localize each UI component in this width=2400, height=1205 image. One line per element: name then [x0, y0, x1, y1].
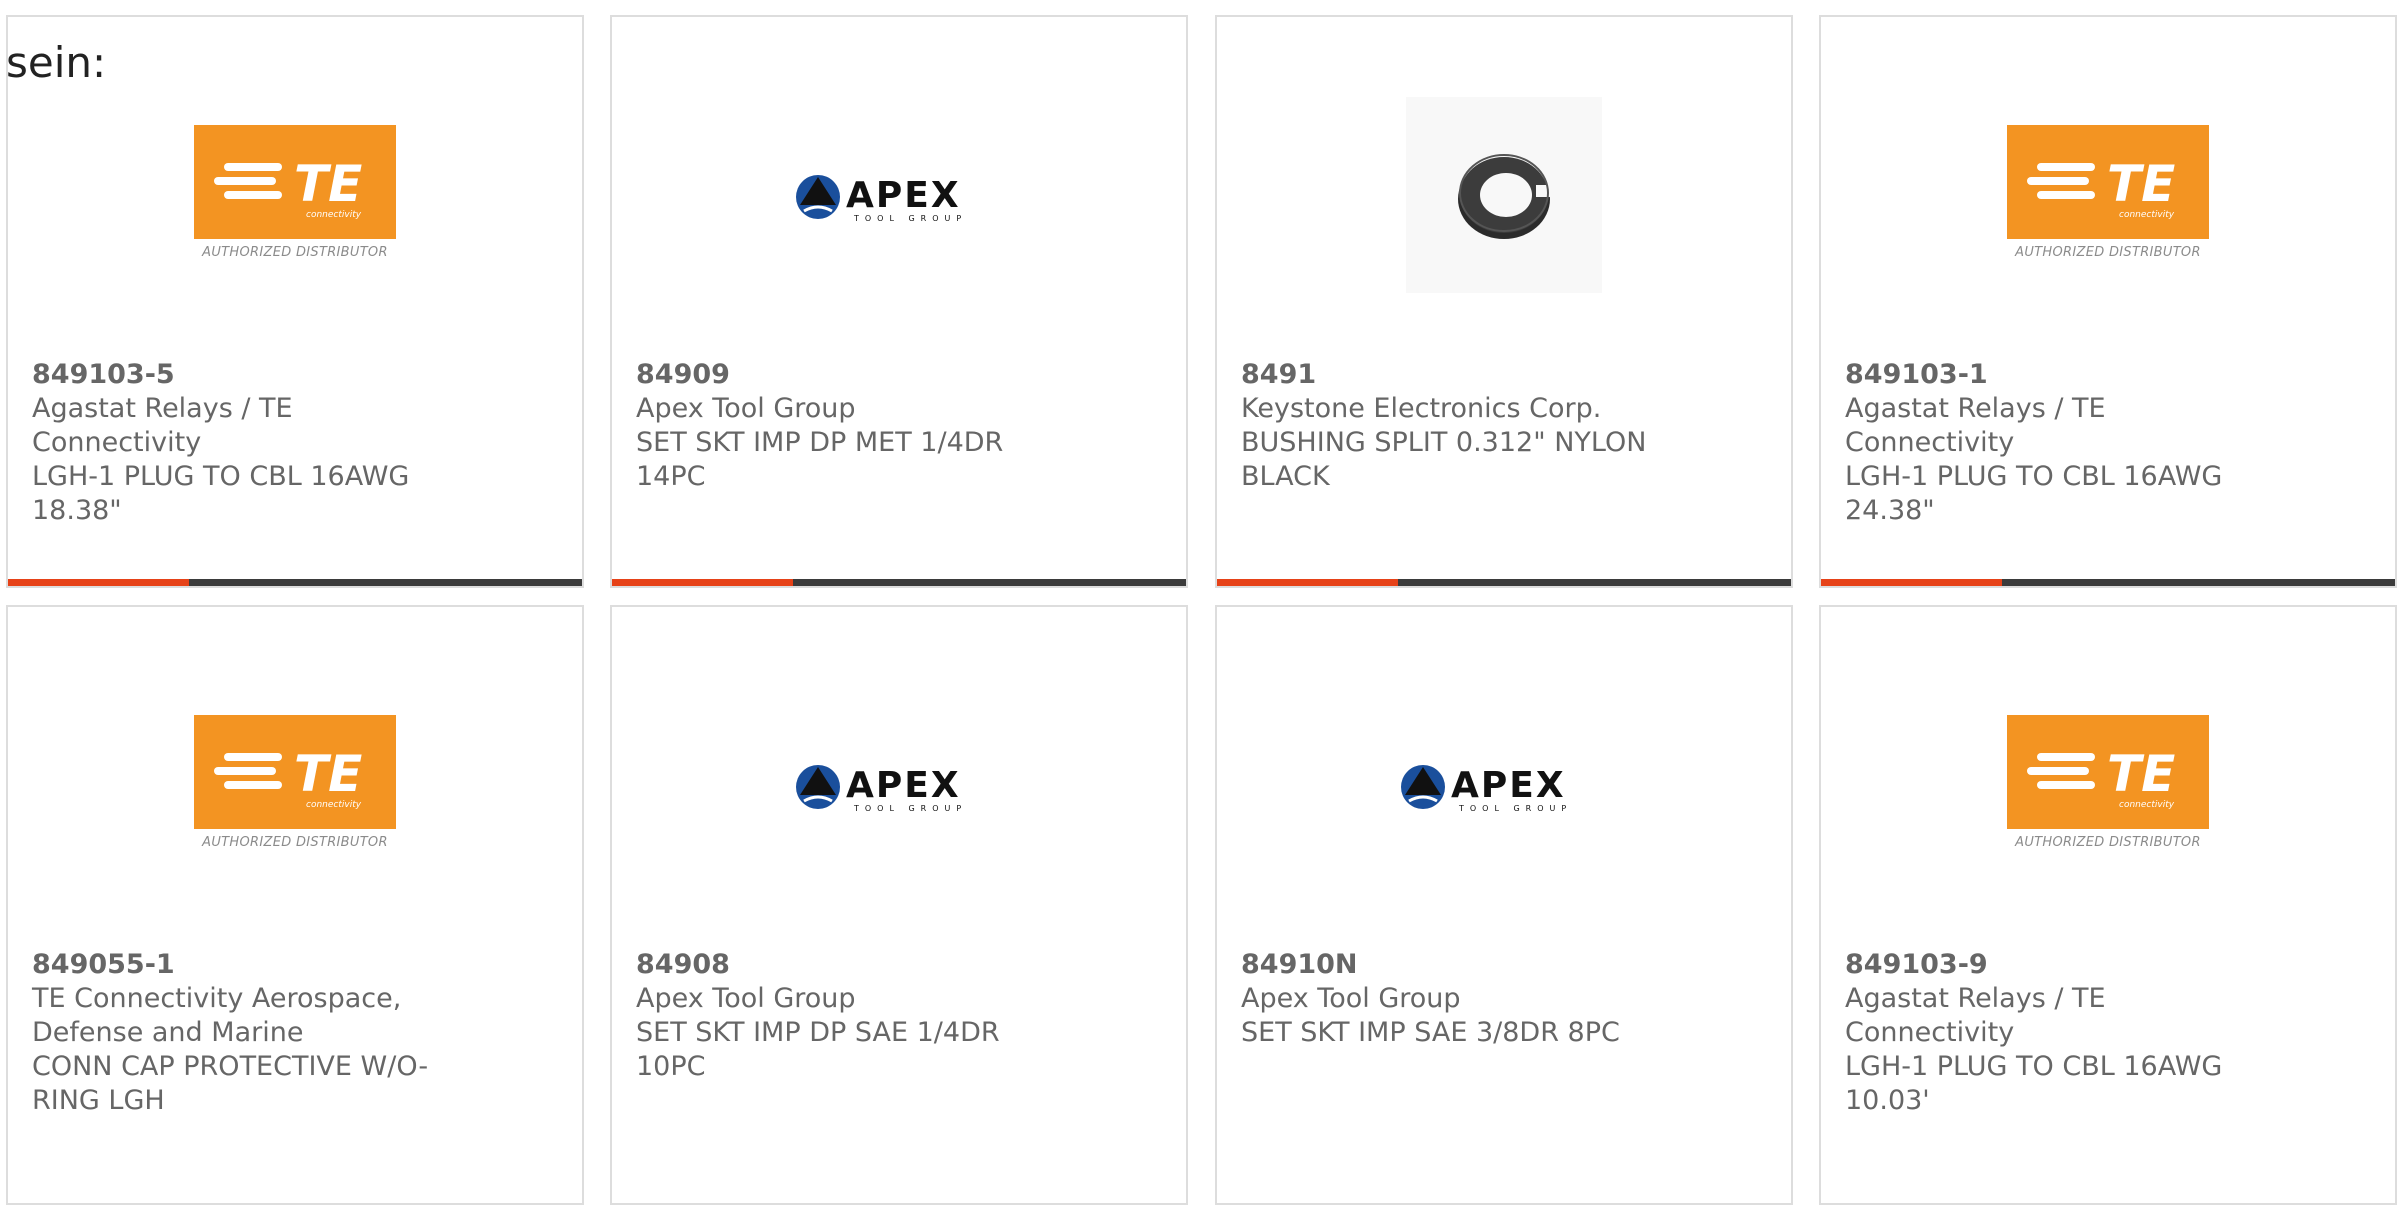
- svg-text:TE: TE: [2107, 745, 2175, 803]
- part-number-link[interactable]: 8491: [1241, 358, 1671, 392]
- manufacturer-name: Agastat Relays / TE Connectivity: [32, 393, 302, 458]
- apex-wordmark: APEX: [846, 175, 961, 216]
- product-image: TE connectivity AUTHORIZED DISTRIBUTOR: [1821, 102, 2395, 288]
- svg-text:connectivity: connectivity: [2119, 800, 2175, 810]
- apex-tool-group-logo: APEX TOOL GROUP: [794, 755, 1004, 815]
- logo-caption: AUTHORIZED DISTRIBUTOR: [202, 245, 388, 260]
- product-card[interactable]: APEX TOOL GROUP 84909 Apex Tool Group SE…: [610, 15, 1188, 588]
- svg-text:TE: TE: [294, 155, 362, 213]
- card-accent-bar: [1217, 579, 1791, 586]
- product-image: TE connectivity AUTHORIZED DISTRIBUTOR: [8, 102, 582, 288]
- apex-subtext: TOOL GROUP: [853, 804, 967, 813]
- manufacturer-name: Agastat Relays / TE Connectivity: [1845, 983, 2115, 1048]
- te-connectivity-logo: TE connectivity AUTHORIZED DISTRIBUTOR: [194, 715, 396, 855]
- product-card[interactable]: TE connectivity AUTHORIZED DISTRIBUTOR 8…: [6, 15, 584, 588]
- part-number-link[interactable]: 849103-5: [32, 358, 462, 392]
- svg-text:connectivity: connectivity: [2119, 210, 2175, 220]
- split-bushing-photo: [1406, 97, 1602, 293]
- svg-text:connectivity: connectivity: [306, 800, 362, 810]
- product-image: APEX TOOL GROUP: [1217, 692, 1791, 878]
- product-image: TE connectivity AUTHORIZED DISTRIBUTOR: [1821, 692, 2395, 878]
- apex-wordmark: APEX: [846, 765, 961, 806]
- apex-wordmark: APEX: [1451, 765, 1566, 806]
- manufacturer-name: Apex Tool Group: [636, 393, 856, 424]
- product-image: TE connectivity AUTHORIZED DISTRIBUTOR: [8, 692, 582, 878]
- apex-tool-group-logo: APEX TOOL GROUP: [794, 165, 1004, 225]
- logo-caption: AUTHORIZED DISTRIBUTOR: [202, 835, 388, 850]
- apex-subtext: TOOL GROUP: [1458, 804, 1572, 813]
- part-number-link[interactable]: 84908: [636, 948, 1066, 982]
- part-number-link[interactable]: 84910N: [1241, 948, 1671, 982]
- manufacturer-name: TE Connectivity Aerospace, Defense and M…: [32, 983, 402, 1048]
- logo-caption: AUTHORIZED DISTRIBUTOR: [2015, 245, 2201, 260]
- description-line: SET SKT IMP DP MET 1/4DR: [636, 427, 1004, 458]
- manufacturer-name: Apex Tool Group: [1241, 983, 1461, 1014]
- te-connectivity-logo: TE connectivity AUTHORIZED DISTRIBUTOR: [2007, 715, 2209, 855]
- apex-tool-group-logo: APEX TOOL GROUP: [1399, 755, 1609, 815]
- manufacturer-name: Apex Tool Group: [636, 983, 856, 1014]
- description-line: SET SKT IMP SAE 3/8DR 8PC: [1241, 1017, 1620, 1048]
- description-line: LGH-1 PLUG TO CBL 16AWG: [1845, 1051, 2223, 1082]
- description-line: 14PC: [636, 461, 706, 492]
- product-card[interactable]: TE connectivity AUTHORIZED DISTRIBUTOR 8…: [1819, 605, 2397, 1205]
- description-line: 18.38": [32, 495, 122, 526]
- logo-caption: AUTHORIZED DISTRIBUTOR: [2015, 835, 2201, 850]
- description-line: RING LGH: [32, 1085, 165, 1116]
- product-image: APEX TOOL GROUP: [612, 692, 1186, 878]
- manufacturer-name: Agastat Relays / TE Connectivity: [1845, 393, 2115, 458]
- lead-text: sein:: [6, 38, 107, 87]
- description-line: BLACK: [1241, 461, 1330, 492]
- part-number-link[interactable]: 849103-9: [1845, 948, 2275, 982]
- apex-subtext: TOOL GROUP: [853, 214, 967, 223]
- product-card[interactable]: TE connectivity AUTHORIZED DISTRIBUTOR 8…: [6, 605, 584, 1205]
- product-card[interactable]: 8491 Keystone Electronics Corp. BUSHING …: [1215, 15, 1793, 588]
- manufacturer-name: Keystone Electronics Corp.: [1241, 393, 1602, 424]
- part-number-link[interactable]: 84909: [636, 358, 1066, 392]
- te-connectivity-logo: TE connectivity AUTHORIZED DISTRIBUTOR: [2007, 125, 2209, 265]
- description-line: 24.38": [1845, 495, 1935, 526]
- description-line: BUSHING SPLIT 0.312" NYLON: [1241, 427, 1647, 458]
- svg-text:TE: TE: [294, 745, 362, 803]
- product-card[interactable]: TE connectivity AUTHORIZED DISTRIBUTOR 8…: [1819, 15, 2397, 588]
- description-line: SET SKT IMP DP SAE 1/4DR 10PC: [636, 1017, 1009, 1082]
- product-grid: TE connectivity AUTHORIZED DISTRIBUTOR 8…: [0, 0, 2400, 1205]
- card-accent-bar: [1821, 579, 2395, 586]
- product-card[interactable]: APEX TOOL GROUP 84908 Apex Tool Group SE…: [610, 605, 1188, 1205]
- description-line: 10.03': [1845, 1085, 1930, 1116]
- svg-text:connectivity: connectivity: [306, 210, 362, 220]
- product-image: APEX TOOL GROUP: [612, 102, 1186, 288]
- part-number-link[interactable]: 849055-1: [32, 948, 462, 982]
- product-card[interactable]: APEX TOOL GROUP 84910N Apex Tool Group S…: [1215, 605, 1793, 1205]
- product-image: [1217, 97, 1791, 293]
- description-line: LGH-1 PLUG TO CBL 16AWG: [32, 461, 410, 492]
- svg-text:TE: TE: [2107, 155, 2175, 213]
- te-connectivity-logo: TE connectivity AUTHORIZED DISTRIBUTOR: [194, 125, 396, 265]
- description-line: CONN CAP PROTECTIVE W/O-: [32, 1051, 429, 1082]
- card-accent-bar: [8, 579, 582, 586]
- card-accent-bar: [612, 579, 1186, 586]
- part-number-link[interactable]: 849103-1: [1845, 358, 2275, 392]
- description-line: LGH-1 PLUG TO CBL 16AWG: [1845, 461, 2223, 492]
